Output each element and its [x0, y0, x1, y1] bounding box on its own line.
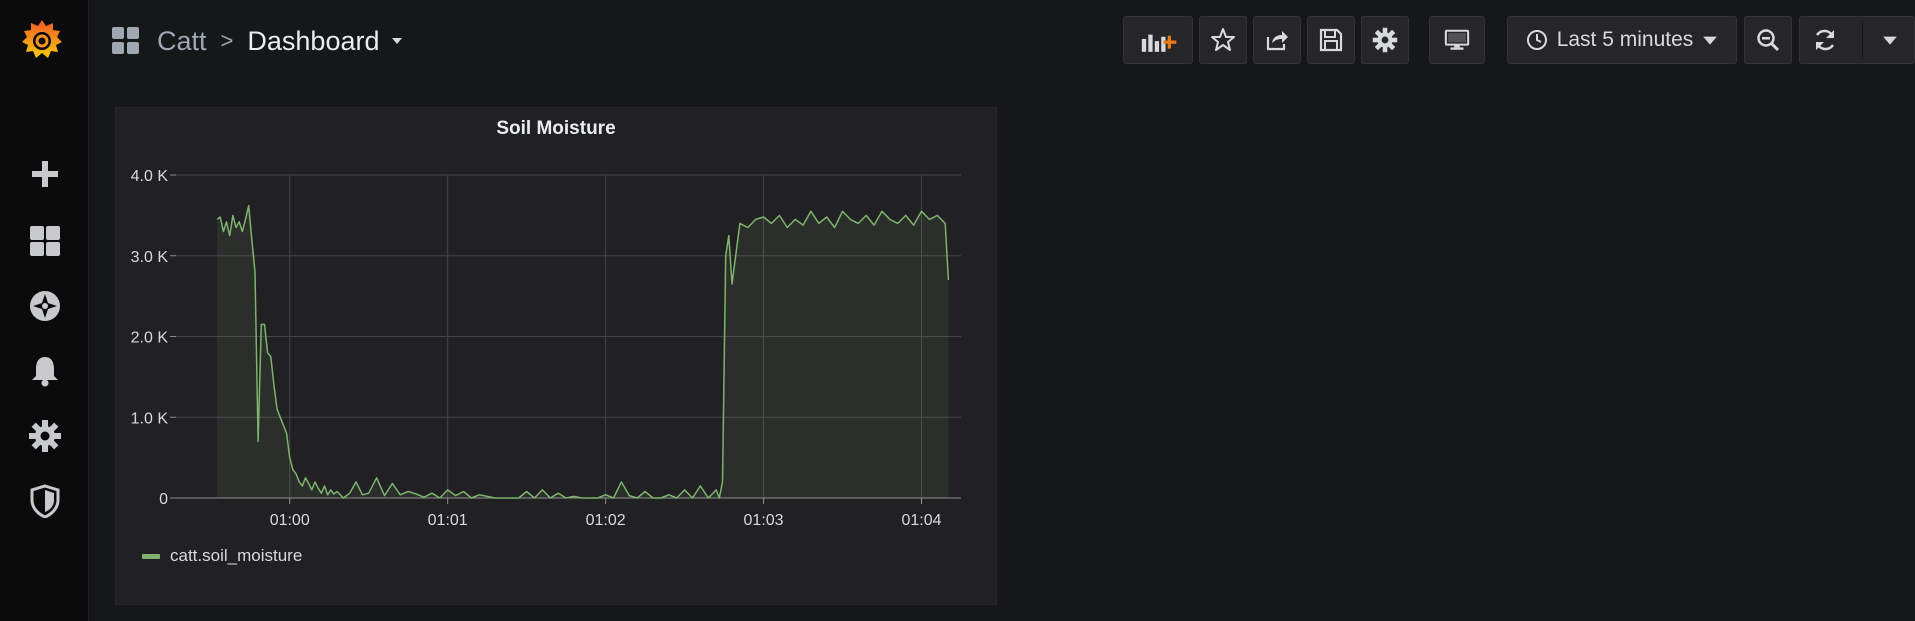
- x-tick-label: 01:04: [901, 512, 941, 529]
- y-tick-label: 4.0 K: [131, 168, 169, 185]
- time-range-label: Last 5 minutes: [1556, 28, 1694, 51]
- add-panel-icon: [1141, 34, 1177, 52]
- compass-icon[interactable]: [25, 286, 65, 326]
- series-area: [217, 205, 949, 498]
- bell-icon[interactable]: [25, 351, 65, 391]
- x-tick-label: 01:03: [744, 512, 784, 529]
- dashboard-title[interactable]: Dashboard: [247, 26, 379, 57]
- tv-mode-button[interactable]: [1429, 16, 1485, 64]
- x-tick-label: 01:01: [428, 512, 468, 529]
- star-icon: [1211, 28, 1235, 51]
- clock-icon: [1526, 30, 1547, 50]
- breadcrumb-folder[interactable]: Catt: [157, 26, 207, 57]
- add-panel-button[interactable]: [1123, 16, 1193, 64]
- y-tick-label: 3.0 K: [131, 249, 169, 266]
- zoom-out-button[interactable]: [1744, 16, 1792, 64]
- share-icon: [1266, 31, 1288, 51]
- breadcrumb: Catt > Dashboard: [111, 24, 403, 58]
- save-button[interactable]: [1307, 16, 1355, 64]
- graph-panel[interactable]: Soil Moisture 0 1.0 K 2.0 K 3.0 K 4.0 K 01:00…: [115, 107, 997, 605]
- time-range-picker[interactable]: Last 5 minutes: [1507, 16, 1737, 64]
- zoom-out-icon: [1757, 29, 1780, 52]
- settings-icon: [1372, 27, 1398, 53]
- plus-icon[interactable]: [25, 154, 65, 194]
- shield-icon[interactable]: [25, 481, 65, 521]
- legend-swatch: [142, 553, 160, 559]
- soil-moisture-chart: 0 1.0 K 2.0 K 3.0 K 4.0 K 01:00 01:01 01:02 01:0…: [131, 168, 961, 529]
- y-tick-label: 2.0 K: [131, 330, 169, 347]
- legend-label: catt.soil_moisture: [170, 546, 303, 565]
- gear-icon[interactable]: [25, 416, 65, 456]
- dashboard-grid-icon: [112, 27, 139, 54]
- legend-item[interactable]: catt.soil_moisture: [142, 546, 302, 566]
- y-tick-label: 0: [159, 491, 168, 508]
- chevron-down-icon: [1703, 36, 1718, 45]
- x-tick-label: 01:00: [270, 512, 310, 529]
- refresh-icon: [1815, 29, 1835, 51]
- save-icon: [1319, 28, 1343, 52]
- sidebar: [0, 0, 89, 621]
- dashboard-navbar: Catt > Dashboard Last 5 minutes: [89, 0, 1915, 82]
- settings-button[interactable]: [1361, 16, 1409, 64]
- refresh-divider: [1862, 21, 1863, 59]
- star-button[interactable]: [1199, 16, 1247, 64]
- dashboards-icon[interactable]: [25, 221, 65, 261]
- breadcrumb-separator: >: [220, 28, 234, 53]
- refresh-interval-caret-icon[interactable]: [1882, 32, 1898, 48]
- tv-mode-icon: [1444, 29, 1470, 50]
- share-button[interactable]: [1253, 16, 1301, 64]
- refresh-button[interactable]: [1799, 16, 1915, 64]
- y-tick-label: 1.0 K: [131, 410, 169, 427]
- x-tick-label: 01:02: [586, 512, 626, 529]
- caret-down-icon[interactable]: [391, 35, 403, 47]
- grafana-logo-icon[interactable]: [17, 15, 67, 65]
